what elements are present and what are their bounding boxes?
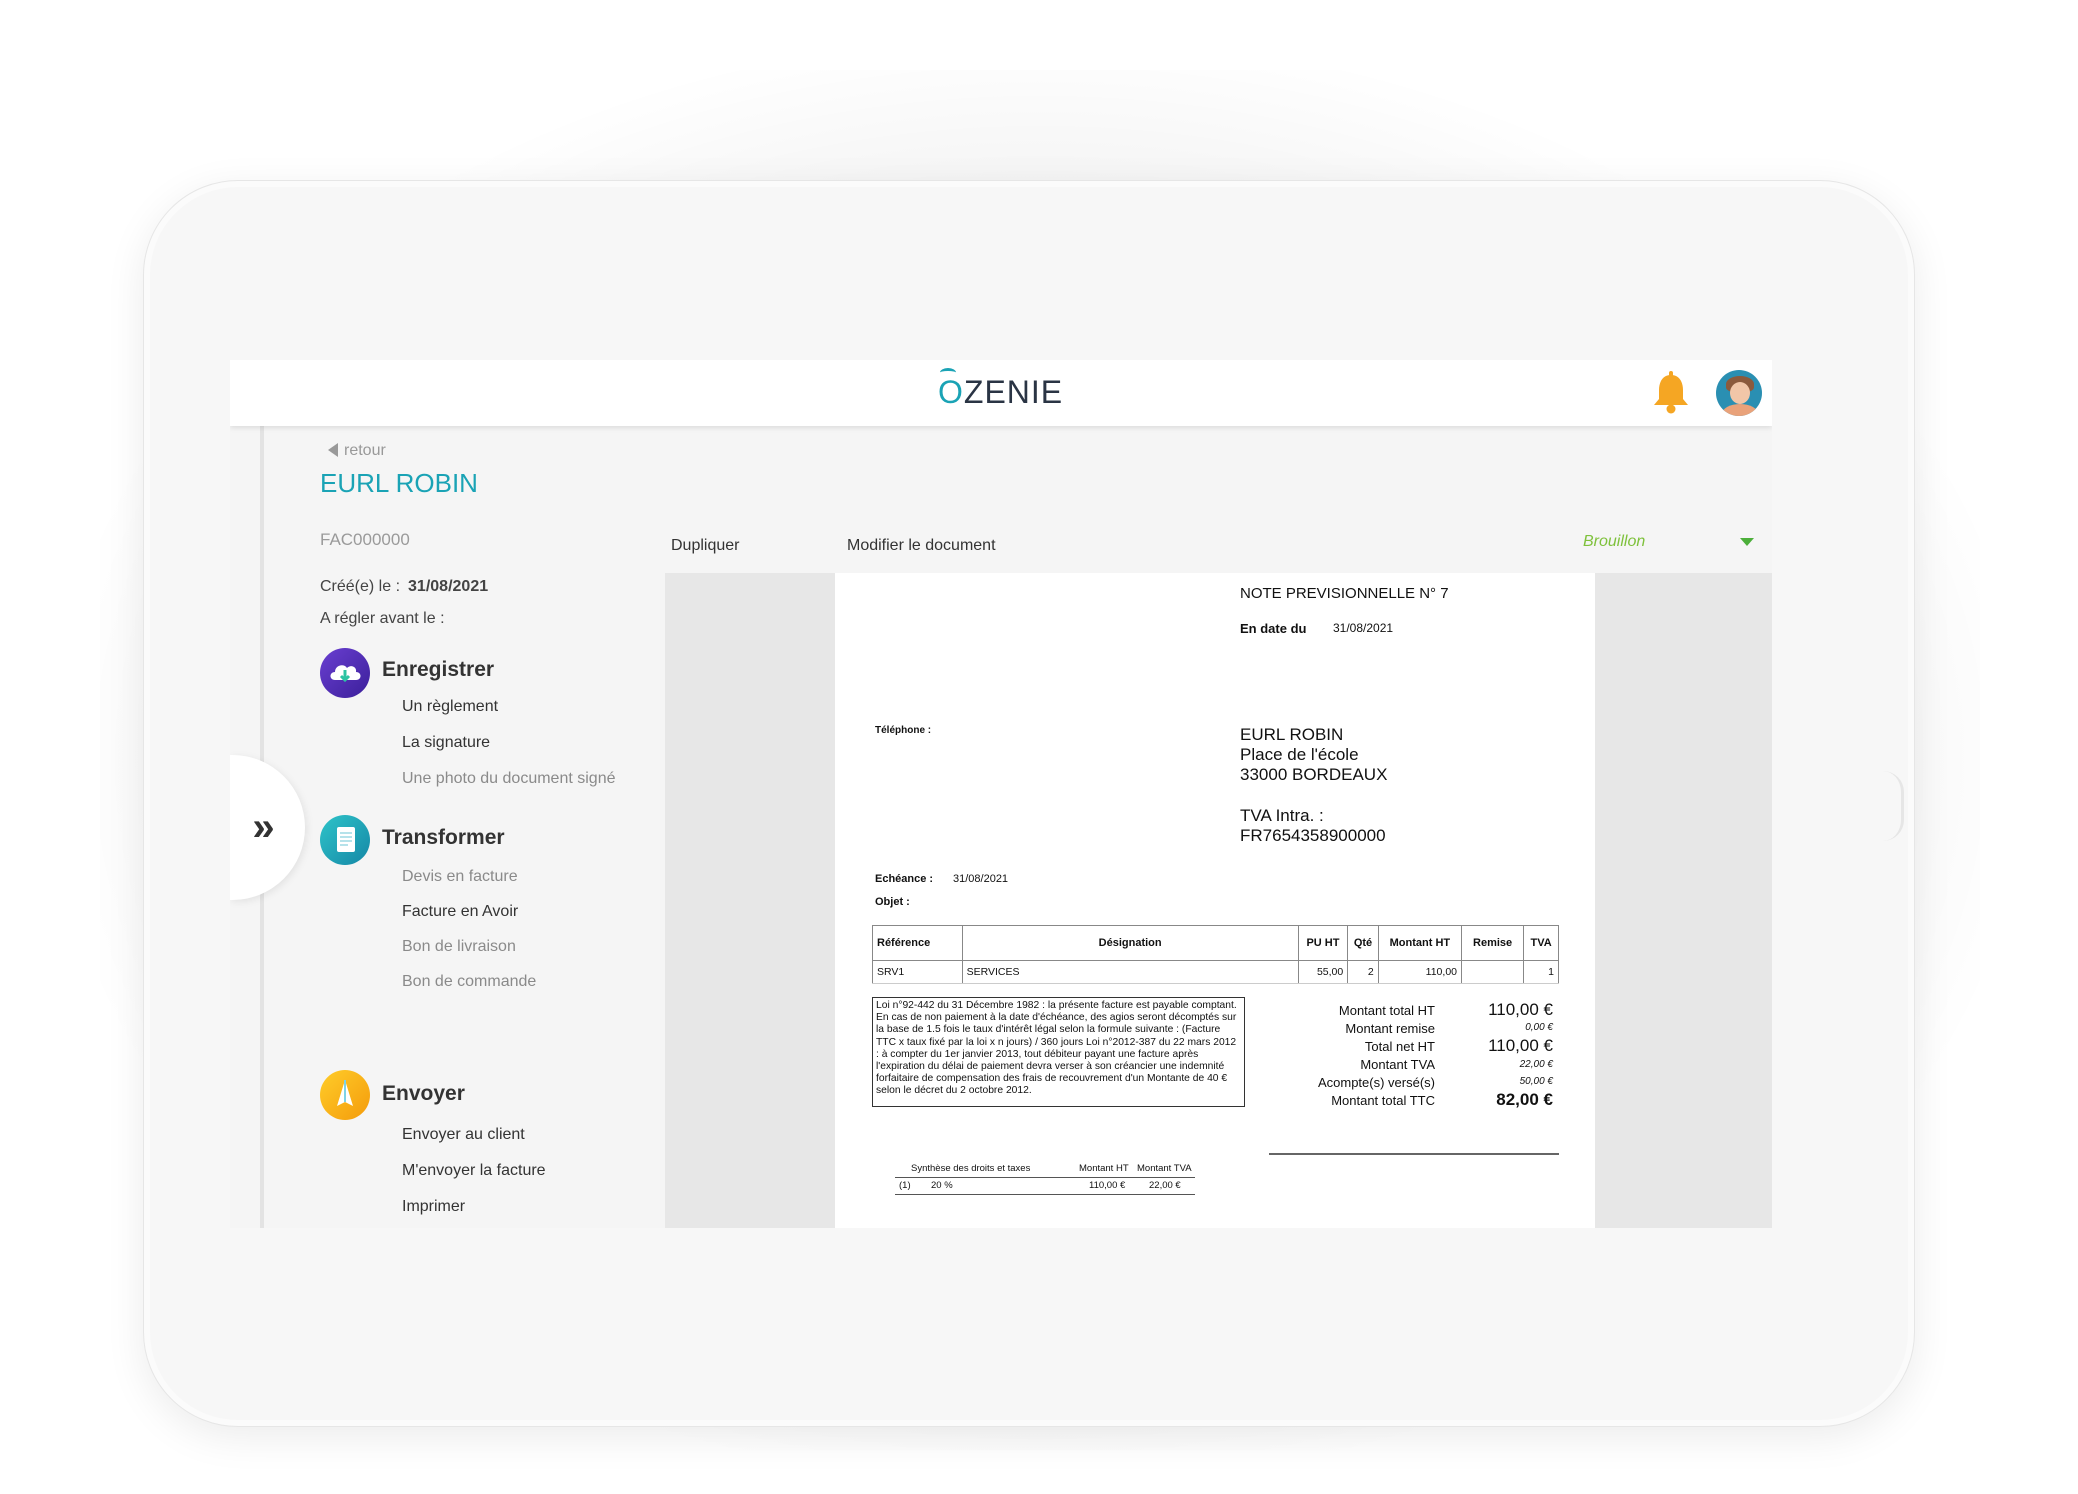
created-label: Créé(e) le : [320,578,401,595]
app-logo[interactable]: OZENIE [938,374,1063,411]
scene: OZENIE » retour EURL ROBIN FAC000000 Cré… [0,0,2078,1494]
action-photo-document-signe[interactable]: Une photo du document signé [402,770,615,788]
back-label: retour [344,442,386,459]
synthese-cell: 22,00 € [1149,1180,1181,1191]
invoice-preview: NOTE PREVISIONNELLE N° 7 En date du 31/0… [835,573,1595,1228]
total-value: 0,00 € [1525,1022,1553,1033]
action-la-signature[interactable]: La signature [402,734,490,752]
object-label: Objet : [875,896,910,908]
action-bon-de-livraison[interactable]: Bon de livraison [402,938,516,956]
address-city: 33000 BORDEAUX [1240,765,1388,784]
invoice-title: NOTE PREVISIONNELLE N° 7 [1240,585,1449,602]
drawer-toggle-button[interactable]: » [230,755,305,900]
due-label: Echéance : [875,873,934,885]
column-header: TVA [1523,925,1559,961]
due-date-label: A régler avant le : [320,610,445,627]
total-value: 110,00 € [1488,1036,1553,1055]
invoice-date-label: En date du [1240,621,1307,636]
back-link[interactable]: retour [328,442,386,460]
app-screen: OZENIE » retour EURL ROBIN FAC000000 Cré… [230,360,1772,1228]
synthese-cell: (1) [899,1180,911,1191]
app-header: OZENIE [230,360,1772,426]
total-label: Montant remise [1345,1021,1435,1036]
column-header: Qté [1347,925,1379,961]
logo-o: O [938,374,964,410]
invoice-items-table: Référence Désignation PU HT Qté Montant … [872,925,1559,984]
total-value: 82,00 € [1496,1090,1553,1109]
due-value: 31/08/2021 [953,873,1009,885]
total-value: 22,00 € [1519,1059,1553,1070]
total-value: 50,00 € [1519,1076,1553,1087]
address-street: Place de l'école [1240,745,1359,764]
column-header: Montant HT [1377,925,1463,961]
total-value: 110,00 € [1488,1000,1553,1019]
created-value: 31/08/2021 [408,578,489,595]
action-facture-en-avoir[interactable]: Facture en Avoir [402,903,518,921]
cell-remise [1460,960,1525,984]
edit-document-button[interactable]: Modifier le document [847,537,996,555]
synthese-divider [895,1194,1195,1195]
action-bon-de-commande[interactable]: Bon de commande [402,973,536,991]
document-icon [320,815,370,865]
action-devis-en-facture[interactable]: Devis en facture [402,868,518,886]
column-header: Désignation [961,925,1299,961]
cell-reference: SRV1 [872,960,963,984]
address-name: EURL ROBIN [1240,725,1344,744]
section-title-envoyer: Envoyer [382,1082,465,1105]
phone-label: Téléphone : [875,725,932,736]
synthese-header: Montant HT [1079,1163,1129,1174]
total-label: Montant total HT [1338,1003,1435,1018]
column-header: PU HT [1297,925,1349,961]
invoice-date-value: 31/08/2021 [1333,621,1394,635]
total-label: Total net HT [1364,1039,1435,1054]
action-m-envoyer-la-facture[interactable]: M'envoyer la facture [402,1162,546,1180]
cell-pu-ht: 55,00 [1297,960,1349,984]
synthese-header: Montant TVA [1137,1163,1192,1174]
cloud-download-icon [320,648,370,698]
document-viewer[interactable]: NOTE PREVISIONNELLE N° 7 En date du 31/0… [665,573,1772,1228]
back-arrow-icon [328,443,338,457]
legal-notice: Loi n°92-442 du 31 Décembre 1982 : la pr… [872,997,1245,1107]
tablet-side-button [1883,771,1904,841]
cell-designation: SERVICES [961,960,1299,984]
table-header-row: Référence Désignation PU HT Qté Montant … [872,925,1559,961]
action-imprimer[interactable]: Imprimer [402,1198,465,1216]
cell-tva: 1 [1523,960,1559,984]
total-label: Acompte(s) versé(s) [1317,1075,1435,1090]
synthese-cell: 110,00 € [1089,1180,1126,1191]
section-title-enregistrer: Enregistrer [382,658,495,681]
column-header: Remise [1460,925,1525,961]
created-date: Créé(e) le : 31/08/2021 [320,578,488,596]
cell-qte: 2 [1347,960,1379,984]
chevron-down-icon[interactable] [1740,538,1754,546]
synthese-header: Synthèse des droits et taxes [911,1163,1031,1174]
client-name: EURL ROBIN [320,468,478,498]
action-envoyer-au-client[interactable]: Envoyer au client [402,1126,525,1144]
total-label: Montant total TTC [1331,1093,1435,1108]
cell-montant-ht: 110,00 [1377,960,1463,984]
document-number: FAC000000 [320,530,410,549]
synthese-cell: 20 % [931,1180,953,1191]
paper-plane-icon [320,1070,370,1120]
action-un-reglement[interactable]: Un règlement [402,698,498,716]
double-chevron-right-icon: » [252,805,274,849]
total-label: Montant TVA [1360,1057,1435,1072]
tva-value: FR7654358900000 [1240,826,1386,845]
logo-text: ZENIE [963,374,1064,410]
status-select[interactable]: Brouillon [1583,533,1645,551]
tva-label: TVA Intra. : [1240,806,1324,825]
column-header: Référence [872,925,963,961]
client-address: EURL ROBIN Place de l'école 33000 BORDEA… [1240,725,1387,785]
totals-divider [1269,1153,1559,1155]
section-title-transformer: Transformer [382,826,505,849]
duplicate-button[interactable]: Dupliquer [671,537,739,555]
user-avatar[interactable] [1716,370,1762,416]
synthese-divider [895,1177,1195,1178]
notification-bell-icon[interactable] [1648,370,1694,416]
table-row: SRV1 SERVICES 55,00 2 110,00 1 [872,960,1559,984]
